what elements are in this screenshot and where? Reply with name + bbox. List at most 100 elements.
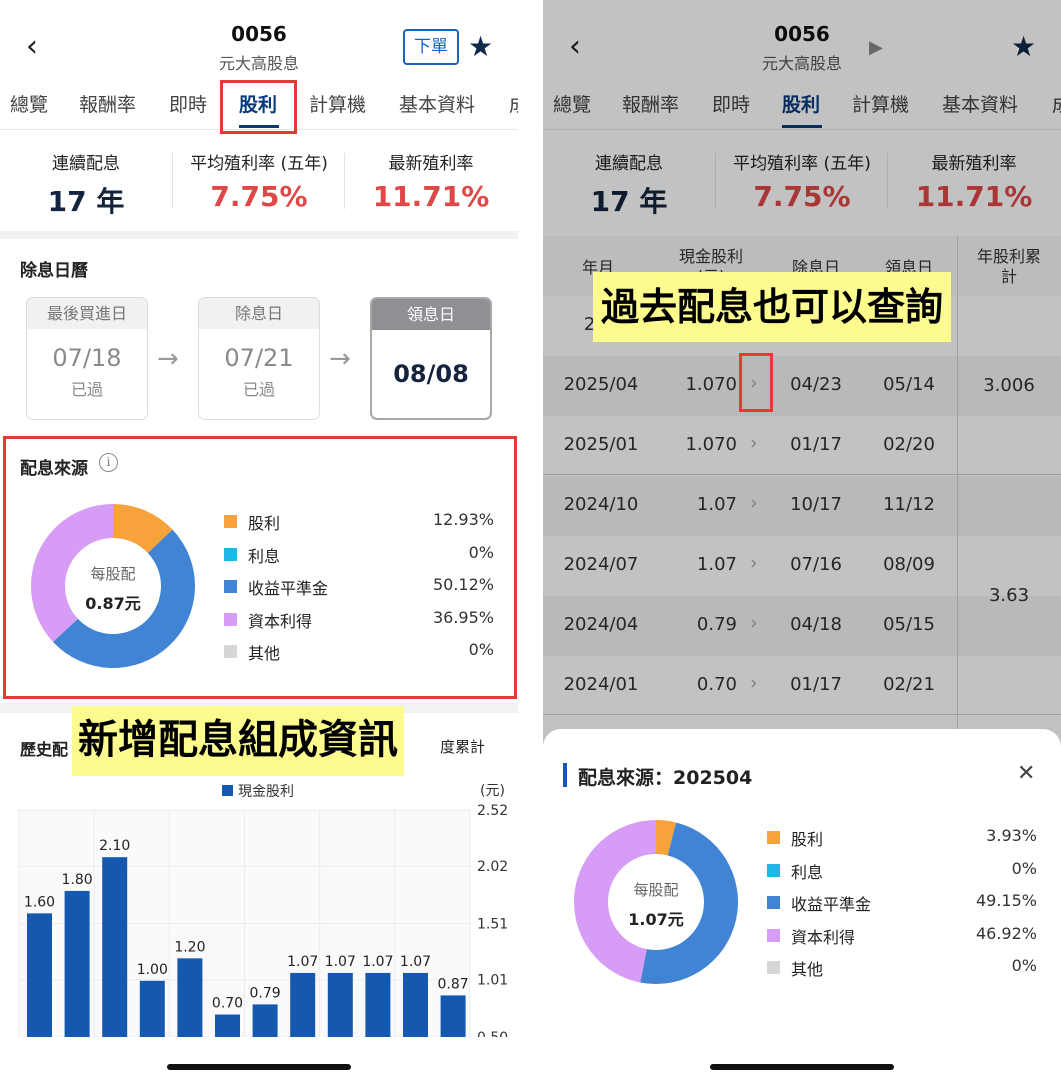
bar-value-label: 1.07 — [287, 954, 318, 970]
tab-realtime[interactable]: 即時 — [169, 90, 207, 117]
right-screen: ‹ 0056 元大高股息 ▶ ★ 總覽 報酬率 即時 股利 計算機 基本資料 成… — [543, 0, 1061, 1080]
bar-value-label: 0.70 — [212, 996, 243, 1012]
close-icon[interactable]: ✕ — [1017, 761, 1035, 786]
home-indicator — [710, 1064, 894, 1070]
screen-gap — [518, 0, 543, 1080]
tab-calculator[interactable]: 計算機 — [309, 90, 366, 117]
bar — [139, 980, 165, 1037]
legend-swatch — [224, 547, 237, 561]
legend-label: 資本利得 — [248, 611, 313, 631]
bar — [215, 1014, 240, 1037]
legend-label: 收益平準金 — [248, 579, 329, 599]
bar — [290, 972, 316, 1037]
legend-item: 其他 0% — [224, 640, 494, 664]
bar-value-label: 1.60 — [24, 894, 55, 910]
bar — [252, 1004, 278, 1037]
legend-label: 利息 — [248, 546, 281, 566]
legend-label: 現金股利 — [238, 784, 294, 800]
y-tick-label: 2.52 — [477, 803, 508, 819]
annotation-left: 新增配息組成資訊 — [72, 706, 404, 776]
calendar-pay-date: 領息日 08/08 — [370, 297, 492, 420]
sheet-title: 配息來源：202504 — [563, 763, 752, 790]
legend-label: 收益平準金 — [791, 895, 872, 915]
bar-value-label: 1.20 — [174, 939, 205, 955]
legend-item: 收益平準金 49.15% — [767, 891, 1037, 915]
info-icon[interactable]: i — [99, 453, 118, 472]
legend-swatch — [767, 863, 780, 877]
left-screen: ‹ 0056 元大高股息 下單 ★ 總覽 報酬率 即時 股利 計算機 基本資料 … — [0, 0, 518, 1080]
bar-value-label: 0.79 — [250, 985, 281, 1001]
legend-swatch — [767, 928, 780, 942]
arrow-right-icon: → — [329, 344, 351, 374]
legend-value: 3.93% — [986, 826, 1037, 845]
source-sheet: 配息來源：202504 ✕ 每股配 1.07元 股利 3.93% 利息 0% 收益平準金… — [543, 729, 1061, 1080]
legend-swatch — [224, 515, 237, 528]
legend-swatch — [222, 785, 233, 796]
legend-swatch — [767, 831, 780, 844]
calendar-title: 除息日曆 — [20, 261, 88, 281]
chevron-highlight-box — [739, 353, 773, 412]
legend-swatch — [767, 961, 780, 975]
donut-center: 每股配 1.07元 — [628, 881, 684, 929]
bar-value-label: 1.07 — [362, 954, 393, 970]
bar — [64, 890, 90, 1037]
y-tick-label: 1.01 — [477, 973, 508, 989]
star-icon[interactable]: ★ — [468, 30, 493, 64]
legend-item: 其他 0% — [767, 956, 1037, 980]
stat-avg-yield: 平均殖利率 (五年) 7.75% — [190, 154, 328, 213]
legend-value: 0% — [1011, 858, 1037, 878]
legend-item: 資本利得 46.92% — [767, 923, 1037, 947]
legend-value: 36.95% — [432, 607, 494, 627]
bar — [102, 857, 128, 1037]
source-title: 配息來源 — [20, 459, 88, 479]
legend-item: 利息 0% — [224, 542, 494, 566]
legend-label: 資本利得 — [791, 927, 856, 947]
legend-label: 股利 — [248, 514, 281, 533]
bar — [327, 972, 353, 1037]
y-unit-label: (元) — [480, 783, 505, 799]
y-tick-label: 2.02 — [477, 859, 508, 875]
history-title: 歷史配 — [20, 740, 69, 759]
legend-item: 收益平準金 50.12% — [224, 575, 494, 599]
calendar-ex-date: 除息日 07/21 已過 — [198, 297, 320, 420]
legend-swatch — [224, 580, 237, 594]
legend-swatch — [224, 612, 237, 626]
order-button[interactable]: 下單 — [403, 29, 459, 65]
legend-label: 其他 — [248, 644, 281, 664]
tab-highlight-box — [220, 80, 297, 134]
history-bar-chart: 2.52 2.02 1.51 1.01 0.50 (元) 現金股利 1.60 1.80 2.10 1… — [18, 783, 508, 1037]
bar — [440, 995, 466, 1037]
legend-value: 0% — [468, 542, 494, 562]
bar-value-label: 1.00 — [137, 962, 168, 978]
tab-basic-info[interactable]: 基本資料 — [399, 90, 475, 117]
annotation-right: 過去配息也可以查詢 — [593, 272, 952, 342]
tab-more[interactable]: 成 — [509, 90, 518, 117]
legend-value: 49.15% — [975, 891, 1037, 911]
stat-latest-yield: 最新殖利率 11.71% — [372, 154, 490, 213]
home-indicator — [167, 1064, 351, 1070]
bar — [27, 913, 52, 1037]
legend-item: 股利 12.93% — [224, 510, 494, 533]
bar-value-label: 0.87 — [438, 976, 469, 992]
legend-value: 50.12% — [432, 575, 494, 595]
legend-label: 其他 — [791, 960, 824, 980]
tab-return[interactable]: 報酬率 — [79, 90, 136, 117]
legend-value: 12.93% — [432, 510, 494, 529]
history-right-label: 度累計 — [440, 738, 486, 756]
dividend-stats: 連續配息 17 年 平均殖利率 (五年) 7.75% 最新殖利率 11.71% — [0, 131, 518, 231]
legend-value: 46.92% — [975, 923, 1037, 943]
bar-value-label: 1.07 — [325, 954, 356, 970]
bar-value-label: 2.10 — [99, 838, 130, 854]
legend-swatch — [224, 645, 237, 659]
donut-center: 每股配 0.87元 — [85, 565, 141, 613]
tab-overview[interactable]: 總覽 — [10, 90, 48, 117]
y-tick-label: 0.50 — [477, 1030, 508, 1037]
y-tick-label: 1.51 — [477, 917, 508, 933]
legend-item: 利息 0% — [767, 858, 1037, 882]
bar-value-label: 1.07 — [400, 954, 431, 970]
legend-item: 股利 3.93% — [767, 826, 1037, 849]
legend-swatch — [767, 896, 780, 910]
legend-value: 0% — [468, 640, 494, 660]
arrow-right-icon: → — [157, 344, 179, 374]
bar — [365, 972, 391, 1037]
